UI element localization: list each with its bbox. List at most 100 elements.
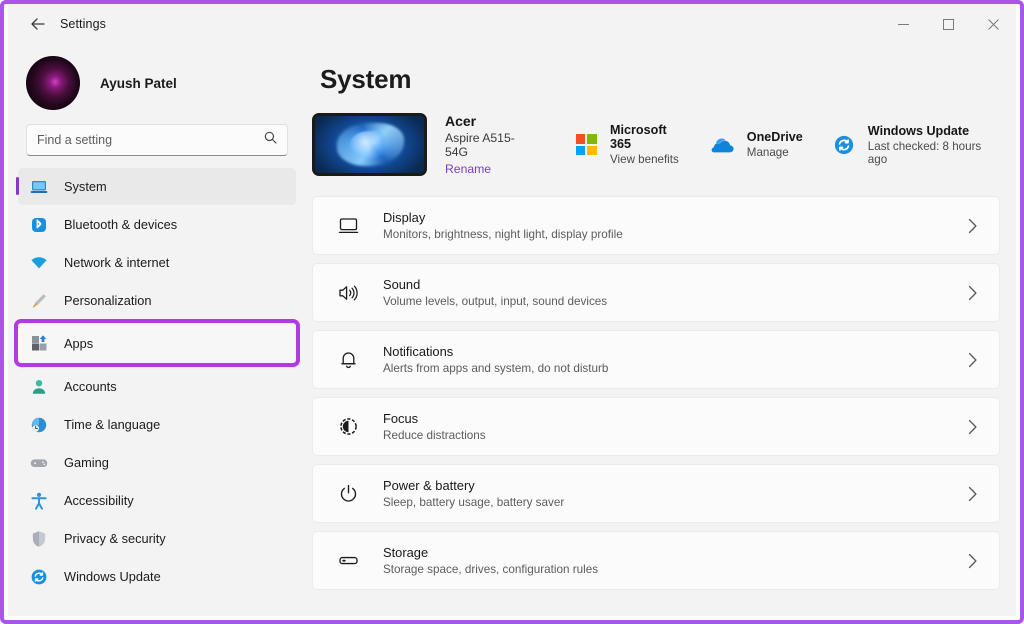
settings-row-subtitle: Monitors, brightness, night light, displ… (383, 228, 961, 241)
sidebar-item-label: Bluetooth & devices (64, 217, 177, 232)
sync-icon (28, 566, 50, 588)
settings-row-storage[interactable]: Storage Storage space, drives, configura… (312, 531, 1000, 590)
sidebar-item-accounts[interactable]: Accounts (18, 368, 296, 405)
sidebar-item-label: System (64, 179, 107, 194)
search-input[interactable] (37, 133, 264, 147)
clock-icon (28, 414, 50, 436)
settings-row-title: Display (383, 210, 961, 225)
device-info: Acer Aspire A515-54G Rename (445, 113, 533, 176)
settings-row-sound[interactable]: Sound Volume levels, output, input, soun… (312, 263, 1000, 322)
chevron-right-icon (961, 419, 983, 435)
sidebar-item-windows-update[interactable]: Windows Update (18, 558, 296, 595)
storage-icon (335, 548, 361, 574)
settings-window: Settings (8, 4, 1016, 616)
settings-row-notifications[interactable]: Notifications Alerts from apps and syste… (312, 330, 1000, 389)
device-header: Acer Aspire A515-54G Rename (312, 113, 1000, 176)
power-icon (335, 481, 361, 507)
link-cards: Microsoft 365 View benefits (573, 123, 1000, 166)
link-card-title: OneDrive (747, 130, 803, 144)
chevron-right-icon (961, 352, 983, 368)
shield-icon (28, 528, 50, 550)
link-card-windows-update[interactable]: Windows Update Last checked: 8 hours ago (831, 124, 1000, 166)
link-card-title: Microsoft 365 (610, 123, 682, 151)
maximize-icon (943, 19, 954, 30)
profile-name: Ayush Patel (100, 76, 177, 91)
device-thumbnail (312, 113, 427, 176)
back-button[interactable] (20, 9, 56, 39)
sidebar-item-network-internet[interactable]: Network & internet (18, 244, 296, 281)
wifi-icon (28, 252, 50, 274)
settings-row-power-battery[interactable]: Power & battery Sleep, battery usage, ba… (312, 464, 1000, 523)
sidebar-item-personalization[interactable]: Personalization (18, 282, 296, 319)
bluetooth-icon (28, 214, 50, 236)
chevron-right-icon (961, 285, 983, 301)
annotation-frame: Settings (0, 0, 1024, 624)
window-body: Ayush Patel (8, 44, 1016, 616)
minimize-button[interactable] (881, 4, 926, 44)
settings-row-subtitle: Volume levels, output, input, sound devi… (383, 295, 961, 308)
settings-row-display[interactable]: Display Monitors, brightness, night ligh… (312, 196, 1000, 255)
minimize-icon (898, 19, 909, 30)
sidebar-item-accessibility[interactable]: Accessibility (18, 482, 296, 519)
device-name: Acer (445, 113, 533, 129)
chevron-right-icon (961, 218, 983, 234)
sidebar: Ayush Patel (8, 44, 304, 616)
settings-row-subtitle: Storage space, drives, configuration rul… (383, 563, 961, 576)
focus-icon (335, 414, 361, 440)
microsoft-logo-icon (573, 132, 599, 158)
page-title: System (320, 64, 1000, 95)
laptop-icon (28, 176, 50, 198)
link-card-subtitle: View benefits (610, 153, 682, 166)
settings-list: Display Monitors, brightness, night ligh… (312, 196, 1000, 590)
link-card-microsoft-365[interactable]: Microsoft 365 View benefits (573, 123, 692, 166)
settings-row-focus[interactable]: Focus Reduce distractions (312, 397, 1000, 456)
accessibility-icon (28, 490, 50, 512)
main-content: System Acer Aspire A515-54G Rename (304, 44, 1016, 616)
profile-section[interactable]: Ayush Patel (8, 48, 304, 124)
sidebar-item-label: Time & language (64, 417, 160, 432)
link-card-onedrive[interactable]: OneDrive Manage (710, 130, 813, 159)
sidebar-item-gaming[interactable]: Gaming (18, 444, 296, 481)
sidebar-item-system[interactable]: System (18, 168, 296, 205)
window-controls (881, 4, 1016, 44)
settings-row-title: Power & battery (383, 478, 961, 493)
link-card-subtitle: Last checked: 8 hours ago (868, 140, 990, 166)
sidebar-item-label: Accounts (64, 379, 117, 394)
maximize-button[interactable] (926, 4, 971, 44)
sync-icon (831, 132, 857, 158)
settings-row-subtitle: Reduce distractions (383, 429, 961, 442)
title-bar: Settings (8, 4, 1016, 44)
settings-row-title: Notifications (383, 344, 961, 359)
onedrive-cloud-icon (710, 132, 736, 158)
chevron-right-icon (961, 553, 983, 569)
sidebar-item-label: Accessibility (64, 493, 134, 508)
close-icon (988, 19, 999, 30)
avatar (26, 56, 80, 110)
search-icon (264, 131, 277, 149)
settings-row-title: Focus (383, 411, 961, 426)
sidebar-item-label: Gaming (64, 455, 109, 470)
chevron-right-icon (961, 486, 983, 502)
rename-link[interactable]: Rename (445, 162, 533, 176)
sidebar-item-label: Network & internet (64, 255, 169, 270)
search-box[interactable] (26, 124, 288, 156)
settings-row-title: Sound (383, 277, 961, 292)
sidebar-item-privacy-security[interactable]: Privacy & security (18, 520, 296, 557)
sidebar-item-bluetooth-devices[interactable]: Bluetooth & devices (18, 206, 296, 243)
sidebar-nav: System Bluetooth & devices (8, 166, 304, 616)
sidebar-item-label: Apps (64, 336, 93, 351)
settings-row-subtitle: Alerts from apps and system, do not dist… (383, 362, 961, 375)
sidebar-item-apps[interactable]: Apps (18, 323, 296, 363)
bell-icon (335, 347, 361, 373)
sidebar-item-label: Personalization (64, 293, 152, 308)
link-card-subtitle: Manage (747, 146, 803, 159)
sidebar-item-time-language[interactable]: Time & language (18, 406, 296, 443)
close-button[interactable] (971, 4, 1016, 44)
search-container (8, 124, 304, 166)
apps-icon (28, 332, 50, 354)
speaker-icon (335, 280, 361, 306)
paintbrush-icon (28, 290, 50, 312)
gamepad-icon (28, 452, 50, 474)
wallpaper-bloom-icon (315, 116, 424, 173)
arrow-left-icon (30, 17, 46, 31)
